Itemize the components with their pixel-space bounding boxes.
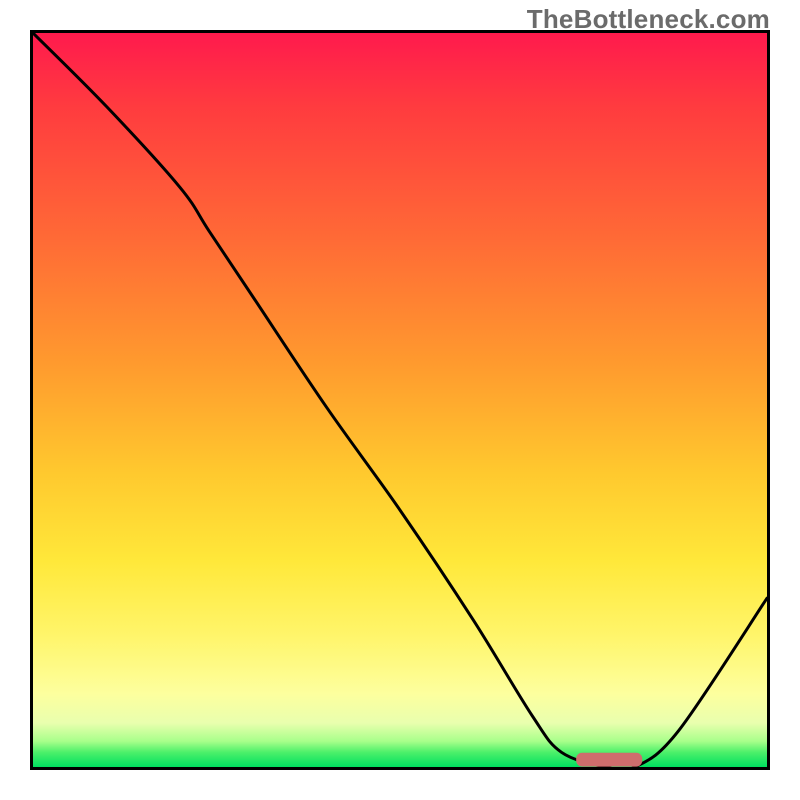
curve-layer	[33, 33, 767, 767]
plot-area	[30, 30, 770, 770]
bottleneck-curve	[33, 33, 767, 767]
optimal-range-marker	[576, 753, 642, 767]
chart-container: TheBottleneck.com	[0, 0, 800, 800]
